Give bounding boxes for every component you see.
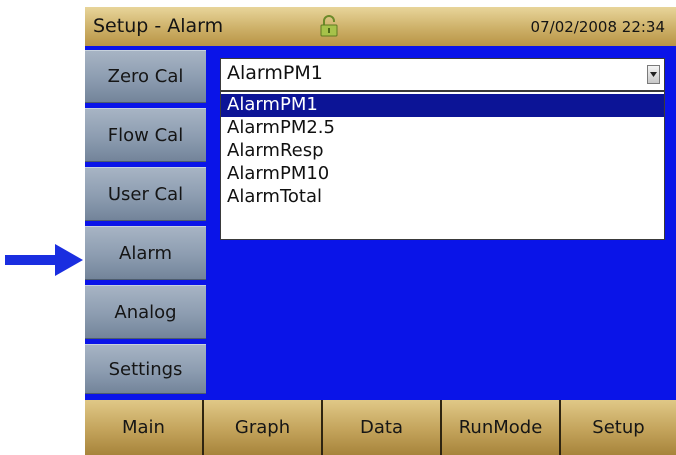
tab-runmode[interactable]: RunMode bbox=[442, 400, 559, 455]
sidebar-item-label: Alarm bbox=[119, 242, 172, 264]
sidebar-item-zero-cal[interactable]: Zero Cal bbox=[85, 50, 206, 103]
tab-label: Main bbox=[122, 417, 165, 438]
sidebar-item-alarm[interactable]: Alarm bbox=[85, 226, 206, 280]
dropdown-option-alarm-total[interactable]: AlarmTotal bbox=[221, 186, 664, 209]
right-arrow-icon bbox=[5, 244, 83, 276]
sidebar-item-label: Settings bbox=[108, 358, 183, 380]
dropdown-option-alarm-resp[interactable]: AlarmResp bbox=[221, 140, 664, 163]
padlock-icon bbox=[320, 15, 338, 37]
dropdown-option-alarm-pm2-5[interactable]: AlarmPM2.5 bbox=[221, 117, 664, 140]
dropdown-option-alarm-pm1[interactable]: AlarmPM1 bbox=[221, 94, 664, 117]
dropdown-toggle[interactable] bbox=[647, 65, 660, 84]
sidebar-item-label: Zero Cal bbox=[107, 66, 184, 87]
tab-graph[interactable]: Graph bbox=[204, 400, 321, 455]
alarm-select-value: AlarmPM1 bbox=[227, 62, 323, 84]
sidebar-item-analog[interactable]: Analog bbox=[85, 285, 206, 339]
sidebar-item-label: Flow Cal bbox=[107, 124, 184, 146]
dropdown-option-alarm-pm10[interactable]: AlarmPM10 bbox=[221, 163, 664, 186]
tab-label: Setup bbox=[592, 417, 645, 438]
sidebar-item-flow-cal[interactable]: Flow Cal bbox=[85, 108, 206, 162]
chevron-down-icon bbox=[650, 72, 657, 77]
bottom-nav-bar: Main Graph Data RunMode Setup bbox=[85, 400, 676, 455]
page-title: Setup - Alarm bbox=[93, 15, 224, 37]
alarm-dropdown-list: AlarmPM1 AlarmPM2.5 AlarmResp AlarmPM10 … bbox=[220, 91, 665, 240]
tab-data[interactable]: Data bbox=[323, 400, 440, 455]
sidebar-item-user-cal[interactable]: User Cal bbox=[85, 167, 206, 221]
tab-label: RunMode bbox=[458, 417, 543, 438]
alarm-select[interactable]: AlarmPM1 bbox=[220, 58, 665, 91]
sidebar-item-label: User Cal bbox=[107, 183, 184, 205]
tab-setup[interactable]: Setup bbox=[561, 400, 676, 455]
tab-main[interactable]: Main bbox=[85, 400, 202, 455]
tab-label: Graph bbox=[234, 417, 291, 438]
title-bar: Setup - Alarm 07/02/2008 22:34 bbox=[85, 7, 676, 46]
tab-label: Data bbox=[360, 417, 403, 438]
sidebar-item-label: Analog bbox=[114, 301, 177, 323]
device-screen: Setup - Alarm 07/02/2008 22:34 Zero Cal … bbox=[85, 7, 676, 455]
datetime-display: 07/02/2008 22:34 bbox=[530, 18, 665, 36]
sidebar-item-settings[interactable]: Settings bbox=[85, 344, 206, 394]
